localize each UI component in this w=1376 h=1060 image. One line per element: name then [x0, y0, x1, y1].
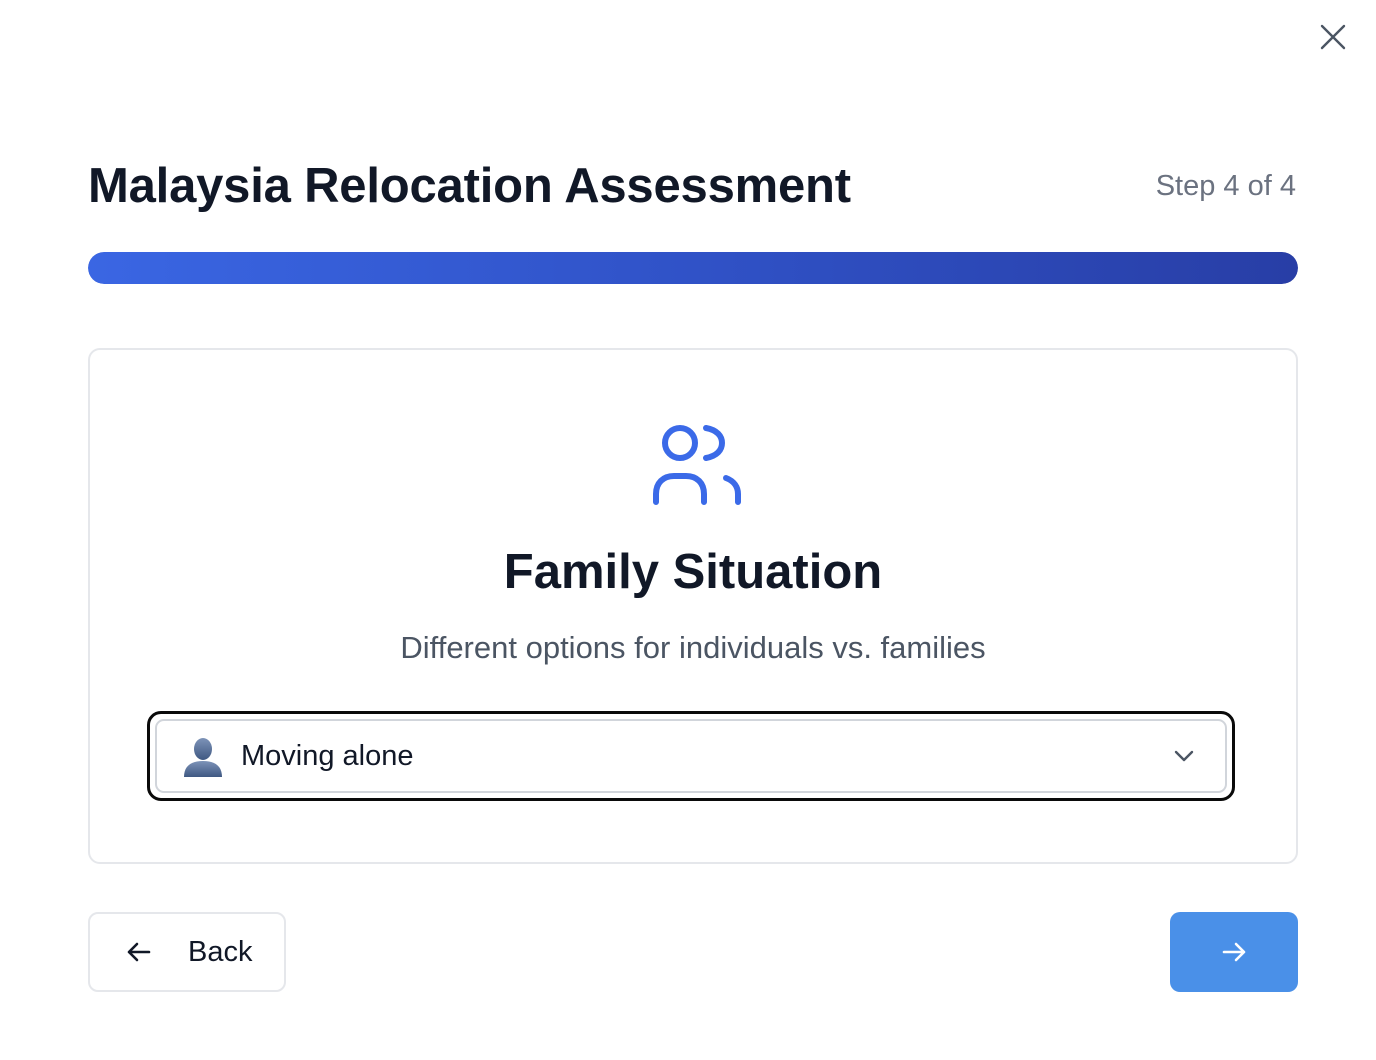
step-indicator: Step 4 of 4	[1155, 170, 1296, 202]
page-title: Malaysia Relocation Assessment	[88, 159, 851, 213]
users-icon	[653, 425, 741, 505]
family-situation-select-focus-ring: Moving alone	[147, 711, 1235, 801]
close-icon	[1320, 24, 1346, 50]
close-button[interactable]	[1314, 18, 1352, 56]
question-description: Different options for individuals vs. fa…	[400, 630, 986, 665]
progress-bar-fill	[88, 252, 1298, 284]
question-title: Family Situation	[503, 545, 883, 599]
next-button[interactable]	[1170, 912, 1298, 992]
family-situation-select[interactable]: Moving alone	[155, 719, 1227, 793]
selected-option-label: Moving alone	[241, 739, 414, 772]
person-silhouette-icon-graphic	[184, 738, 222, 777]
chevron-down-icon	[1174, 750, 1194, 762]
back-button[interactable]: Back	[88, 912, 286, 992]
progress-bar	[88, 252, 1298, 284]
header: Malaysia Relocation Assessment Step 4 of…	[88, 150, 1298, 226]
arrow-right-icon	[1222, 942, 1246, 962]
back-button-label: Back	[188, 935, 253, 968]
question-card: Family Situation Different options for i…	[88, 348, 1298, 864]
person-silhouette-icon	[179, 732, 227, 780]
arrow-left-icon	[127, 942, 151, 962]
